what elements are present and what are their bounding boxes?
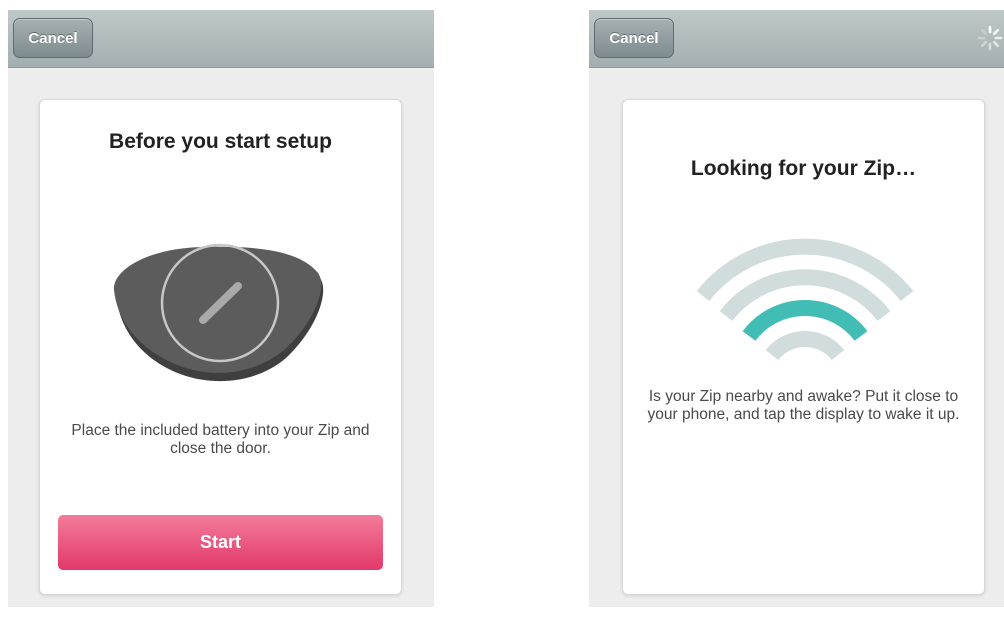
navigation-bar: Cancel bbox=[8, 10, 434, 68]
start-button[interactable]: Start bbox=[58, 515, 383, 570]
card-title: Before you start setup bbox=[109, 130, 332, 153]
card-description: Place the included battery into your Zip… bbox=[71, 422, 370, 457]
navigation-bar: Cancel bbox=[589, 10, 1004, 68]
searching-card: Looking for your Zip… Is your Zip nearby… bbox=[622, 99, 985, 595]
setup-card: Before you start setup Place the include… bbox=[39, 99, 402, 595]
card-title: Looking for your Zip… bbox=[690, 157, 917, 180]
setup-screen-searching: Cancel Looking for your Zip… Is your Zip… bbox=[589, 10, 1004, 607]
wifi-signal-icon bbox=[693, 232, 917, 362]
cancel-button[interactable]: Cancel bbox=[594, 18, 674, 58]
setup-screen-before-start: Cancel Before you start setup Place the … bbox=[8, 10, 434, 607]
card-description: Is your Zip nearby and awake? Put it clo… bbox=[647, 388, 960, 423]
cancel-button[interactable]: Cancel bbox=[13, 18, 93, 58]
activity-spinner-icon bbox=[977, 25, 1003, 51]
zip-device-illustration bbox=[108, 240, 328, 390]
